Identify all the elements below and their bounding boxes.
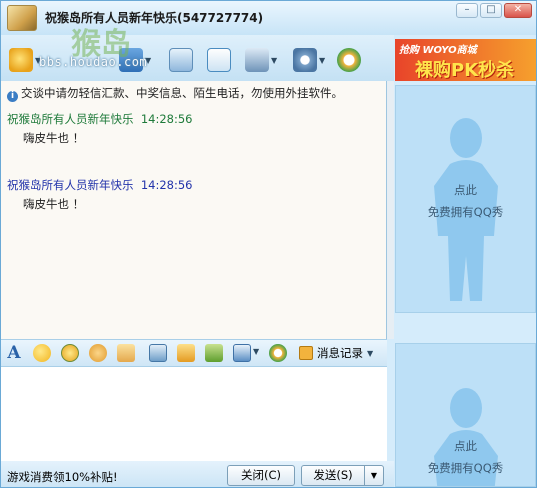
- qq-show-line2: 免费拥有QQ秀: [427, 205, 504, 219]
- magic-emoji-icon[interactable]: [61, 344, 79, 362]
- gear-icon: [293, 48, 317, 72]
- chevron-down-icon: ▼: [145, 55, 152, 65]
- mail-icon: [169, 48, 193, 72]
- voice-call-button[interactable]: ▼: [119, 47, 151, 73]
- send-file-button[interactable]: [207, 47, 231, 73]
- history-label: 消息记录: [317, 346, 363, 360]
- avatar-silhouette-icon: [434, 118, 498, 301]
- image-icon[interactable]: [149, 344, 167, 362]
- message-header: 祝猴岛所有人员新年快乐 14:28:56: [7, 111, 192, 127]
- file-add-icon: [207, 48, 231, 72]
- soso-icon: [337, 48, 361, 72]
- maximize-button[interactable]: □: [480, 3, 502, 18]
- music-icon[interactable]: [177, 344, 195, 362]
- qq-show-line2: 免费拥有QQ秀: [427, 461, 504, 475]
- close-button[interactable]: 关闭(C): [227, 465, 295, 486]
- person-card-icon: [245, 48, 269, 72]
- shake-icon[interactable]: [89, 344, 107, 362]
- history-icon: [299, 346, 313, 360]
- headset-icon: [119, 48, 143, 72]
- video-call-button[interactable]: ▼: [9, 47, 41, 73]
- chat-window: 祝猴岛所有人员新年快乐(547727774) – □ ✕ ▼ ▼ ▼ ▼ 猴岛 …: [0, 0, 537, 488]
- chevron-down-icon: ▼: [367, 348, 374, 358]
- message-sender: 祝猴岛所有人员新年快乐: [7, 112, 134, 126]
- window-title: 祝猴岛所有人员新年快乐(547727774): [45, 11, 264, 25]
- minimize-button[interactable]: –: [456, 3, 478, 18]
- voice-message-icon[interactable]: [117, 344, 135, 362]
- send-options-button[interactable]: ▼: [364, 465, 384, 486]
- info-icon: i: [7, 91, 18, 102]
- qq-show-panel-top[interactable]: 点此 免费拥有QQ秀: [395, 85, 536, 313]
- soso-icon[interactable]: [269, 344, 287, 362]
- message-sender: 祝猴岛所有人员新年快乐: [7, 178, 134, 192]
- notice-text: 交谈中请勿轻信汇款、中奖信息、陌生电话，勿使用外挂软件。: [21, 86, 343, 100]
- format-toolbar: A ▼ 消息记录 ▼: [1, 339, 387, 367]
- font-icon[interactable]: A: [5, 344, 23, 362]
- message-scrollbar[interactable]: [387, 81, 394, 339]
- settings-button[interactable]: ▼: [293, 47, 325, 73]
- message-input[interactable]: [1, 367, 387, 461]
- security-notice: i 交谈中请勿轻信汇款、中奖信息、陌生电话，勿使用外挂软件。: [7, 85, 343, 102]
- message-history[interactable]: i 交谈中请勿轻信汇款、中奖信息、陌生电话，勿使用外挂软件。 祝猴岛所有人员新年快…: [1, 81, 387, 339]
- camera-icon: [9, 48, 33, 72]
- chevron-down-icon: ▼: [35, 55, 42, 65]
- message-header: 祝猴岛所有人员新年快乐 14:28:56: [7, 177, 192, 193]
- ad-banner[interactable]: 抢购 WOYO商城 裸购PK秒杀: [395, 39, 536, 81]
- message-text: 嗨皮牛也 ！: [23, 131, 85, 145]
- send-button[interactable]: 发送(S): [301, 465, 365, 486]
- chat-message: 祝猴岛所有人员新年快乐 14:28:56 嗨皮牛也 ！: [7, 111, 192, 146]
- emoji-icon[interactable]: [33, 344, 51, 362]
- message-history-button[interactable]: 消息记录 ▼: [299, 345, 373, 361]
- bottom-ad-link[interactable]: 游戏消费领10%补贴!: [7, 469, 118, 485]
- app-button[interactable]: ▼: [245, 47, 277, 73]
- qq-show-panel-bottom[interactable]: 点此 免费拥有QQ秀: [395, 343, 536, 487]
- message-time: 14:28:56: [140, 112, 193, 126]
- message-text: 嗨皮牛也 ！: [23, 197, 85, 211]
- ad-banner-brand: 抢购 WOYO商城: [399, 45, 477, 56]
- chevron-down-icon: ▼: [319, 55, 326, 65]
- chevron-down-icon[interactable]: ▼: [253, 347, 259, 356]
- screenshot-icon[interactable]: [233, 344, 251, 362]
- title-bar: 祝猴岛所有人员新年快乐(547727774) – □ ✕: [1, 1, 536, 35]
- chevron-down-icon: ▼: [271, 55, 278, 65]
- chat-message: 祝猴岛所有人员新年快乐 14:28:56 嗨皮牛也 ！: [7, 177, 192, 212]
- qq-show-line1: 点此: [454, 183, 477, 197]
- message-time: 14:28:56: [140, 178, 193, 192]
- contact-avatar[interactable]: [7, 5, 37, 31]
- send-mail-button[interactable]: [169, 47, 193, 73]
- soso-button[interactable]: [337, 47, 361, 73]
- toolbar: ▼ ▼ ▼ ▼: [1, 35, 394, 81]
- ad-banner-slogan: 裸购PK秒杀: [415, 60, 515, 81]
- qq-show-line1: 点此: [454, 439, 477, 453]
- close-window-button[interactable]: ✕: [504, 3, 532, 18]
- gift-icon[interactable]: [205, 344, 223, 362]
- bottom-bar: 游戏消费领10%补贴! 关闭(C) 发送(S) ▼: [1, 461, 394, 487]
